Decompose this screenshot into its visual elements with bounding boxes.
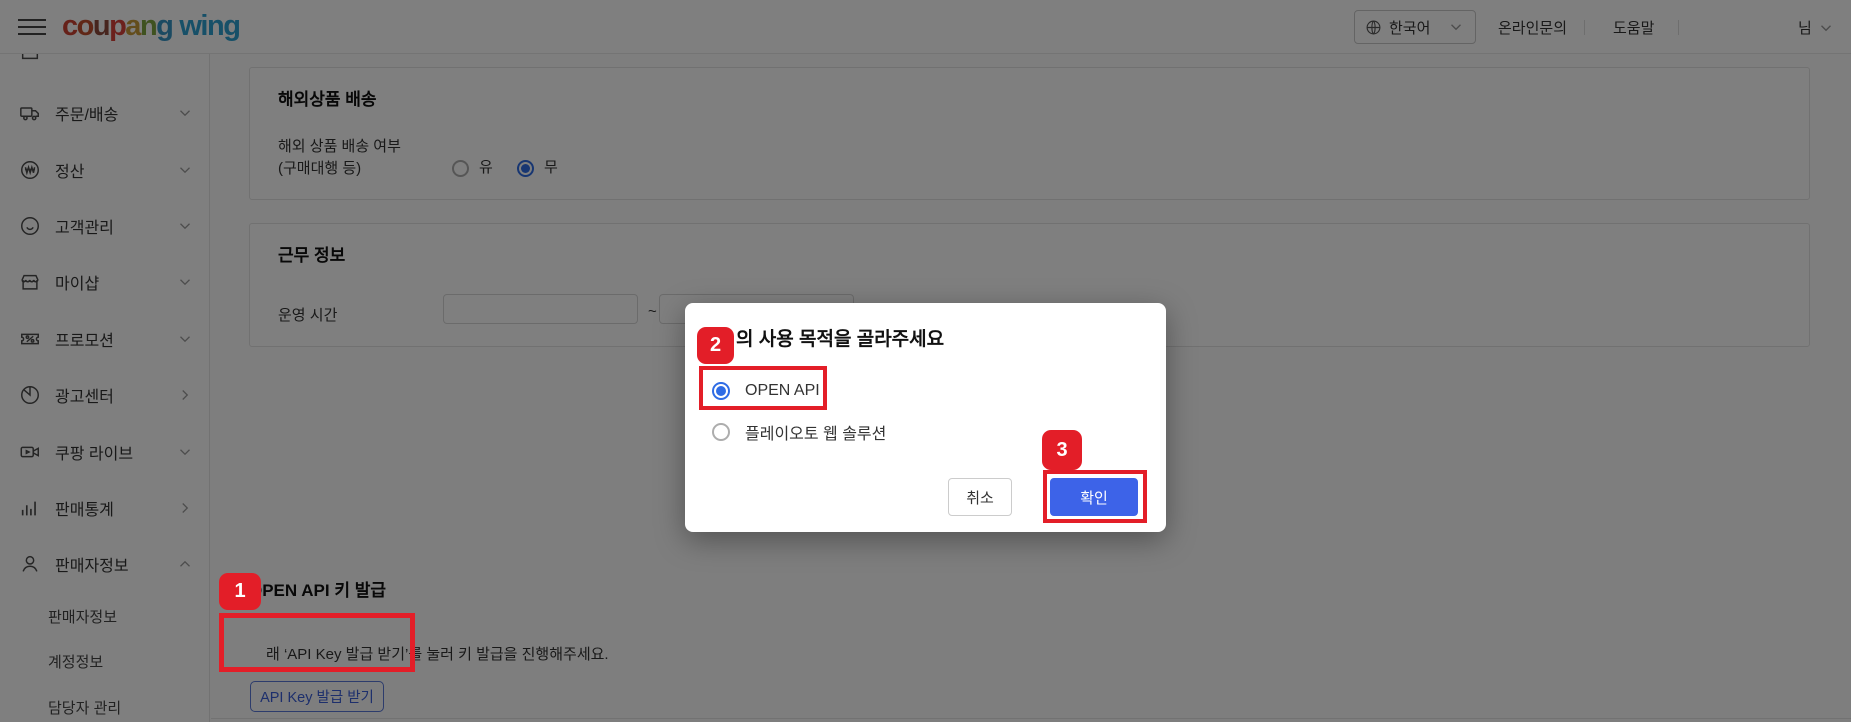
annotation-box-1 xyxy=(219,613,415,672)
modal-title: 의 사용 목적을 골라주세요 xyxy=(736,329,945,350)
step-badge-1: 1 xyxy=(219,573,261,610)
step-badge-2: 2 xyxy=(697,327,734,364)
option-playauto[interactable]: 플레이오토 웹 솔루션 xyxy=(712,420,886,444)
cancel-button[interactable]: 취소 xyxy=(948,478,1012,516)
step-badge-3: 3 xyxy=(1042,430,1082,470)
annotation-box-2 xyxy=(699,366,827,410)
radio-playauto[interactable] xyxy=(712,423,730,441)
option-label: 플레이오토 웹 솔루션 xyxy=(745,426,887,443)
annotation-box-3 xyxy=(1043,470,1147,523)
